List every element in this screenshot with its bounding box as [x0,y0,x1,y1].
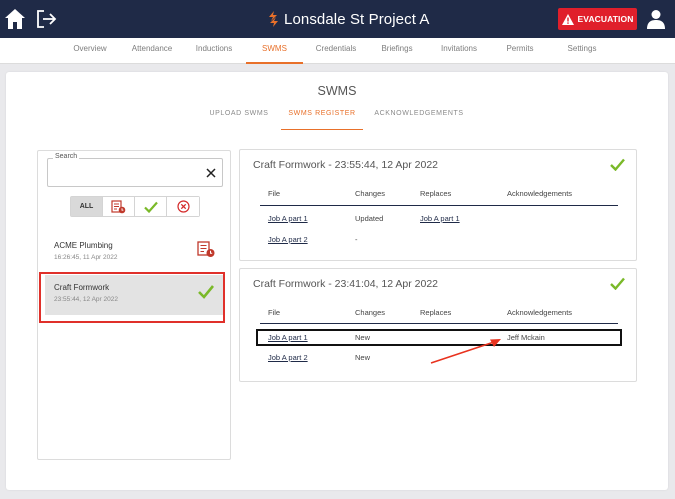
changes-value: New [355,333,371,342]
list-item[interactable]: Craft Formwork 23:55:44, 12 Apr 2022 [45,275,223,315]
home-icon[interactable] [4,8,26,30]
cross-circle-icon [176,200,190,213]
clear-search-icon[interactable] [205,167,217,179]
changes-value: Updated [355,214,384,223]
check-icon [198,285,215,299]
file-link[interactable]: Job A part 1 [268,214,308,223]
brand-logo-icon [269,11,278,27]
file-link[interactable]: Job A part 1 [268,333,308,342]
list-item-time: 16:26:45, 11 Apr 2022 [54,254,118,261]
tab-acknowledgements[interactable]: ACKNOWLEDGEMENTS [371,109,467,130]
nav-invitations[interactable]: Invitations [432,38,486,64]
check-icon [143,201,158,213]
column-header-replaces: Replaces [420,308,452,317]
column-header-replaces: Replaces [420,189,452,198]
nav-swms[interactable]: SWMS [246,38,303,64]
search-label: Search [53,153,80,160]
check-icon [610,158,625,171]
swms-card: SWMS UPLOAD SWMS SWMS REGISTER ACKNOWLED… [6,72,668,490]
nav-inductions[interactable]: Inductions [188,38,240,64]
list-item[interactable]: ACME Plumbing 16:26:45, 11 Apr 2022 [45,233,223,273]
filter-rejected-button[interactable] [167,197,199,216]
file-link[interactable]: Job A part 2 [268,235,308,244]
logout-icon[interactable] [36,9,57,29]
version-title: Craft Formwork - 23:55:44, 12 Apr 2022 [253,159,439,171]
main-nav: Overview Attendance Inductions SWMS Cred… [0,38,675,64]
status-filter-group: ALL [70,196,200,217]
table-header-divider [260,205,618,206]
column-header-changes: Changes [355,189,386,198]
check-icon [610,277,625,290]
search-field: Search [47,153,223,187]
document-pending-icon [197,241,215,257]
project-title: Lonsdale St Project A [284,10,430,28]
nav-credentials[interactable]: Credentials [309,38,363,64]
acknowledged-by: Jeff Mckain [507,333,545,342]
changes-value: - [355,235,358,244]
user-account-icon[interactable] [647,9,665,29]
nav-permits[interactable]: Permits [497,38,543,64]
nav-settings[interactable]: Settings [556,38,608,64]
filter-all-button[interactable]: ALL [71,197,103,216]
version-title: Craft Formwork - 23:41:04, 12 Apr 2022 [253,278,439,290]
nav-attendance[interactable]: Attendance [124,38,180,64]
changes-value: New [355,353,371,362]
column-header-changes: Changes [355,308,386,317]
top-bar: Lonsdale St Project A EVACUATION [0,0,675,38]
project-brand: Lonsdale St Project A [268,10,430,28]
column-header-file: File [268,189,281,198]
evacuation-button[interactable]: EVACUATION [558,8,637,30]
filter-acknowledged-button[interactable] [135,197,167,216]
filter-all-label: ALL [79,203,94,210]
nav-briefings[interactable]: Briefings [373,38,421,64]
file-link[interactable]: Job A part 2 [268,353,308,362]
replaces-link[interactable]: Job A part 1 [420,214,460,223]
search-input[interactable] [52,166,200,180]
swms-version-panel: Craft Formwork - 23:55:44, 12 Apr 2022 F… [239,149,637,261]
column-header-acknowledgements: Acknowledgements [507,308,573,317]
list-item-name: Craft Formwork [54,283,110,292]
column-header-acknowledgements: Acknowledgements [507,189,573,198]
page-title: SWMS [317,84,357,98]
column-header-file: File [268,308,281,317]
nav-overview[interactable]: Overview [64,38,116,64]
warning-icon [561,13,574,25]
list-item-time: 23:55:44, 12 Apr 2022 [54,296,118,303]
swms-version-panel: Craft Formwork - 23:41:04, 12 Apr 2022 F… [239,268,637,382]
tab-swms-register[interactable]: SWMS REGISTER [281,109,363,130]
list-item-name: ACME Plumbing [54,241,113,250]
swms-list-panel: Search ALL ACME Plumbing 16:26:45, 11 Ap… [37,150,231,460]
tab-upload-swms[interactable]: UPLOAD SWMS [204,109,274,130]
filter-pending-button[interactable] [103,197,135,216]
evacuation-label: EVACUATION [577,14,634,24]
table-header-divider [260,323,618,324]
document-pending-icon [111,199,126,213]
